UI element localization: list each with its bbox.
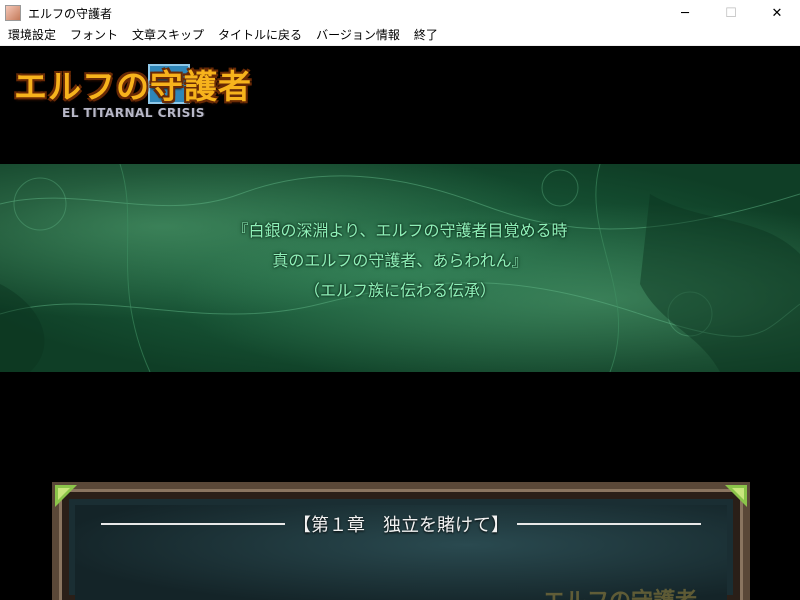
menu-exit[interactable]: 終了 [407,26,445,45]
divider-left [101,523,285,525]
corner-ornament-icon [725,485,747,507]
app-icon[interactable] [5,5,21,21]
chapter-title: 【第１章 独立を賭けて】 [293,515,509,536]
prophecy-line-2: 真のエルフの守護者、あらわれん』 [272,251,528,270]
minimize-button[interactable]: ─ [662,0,708,26]
logo-watermark: エルフの守護者 [543,583,697,600]
window-controls: ─ ☐ ✕ [662,0,800,26]
logo-subtitle: EL TITARNAL CRISIS [62,106,205,120]
game-logo: エルフの守護者 EL TITARNAL CRISIS [14,60,274,120]
corner-ornament-icon [55,485,77,507]
menu-text-skip[interactable]: 文章スキップ [125,26,211,45]
logo-title: エルフの守護者 [14,67,252,106]
game-screen[interactable]: エルフの守護者 EL TITARNAL CRISIS 『白銀の深淵より、エルフの… [0,46,800,600]
close-button[interactable]: ✕ [754,0,800,26]
menu-return-title[interactable]: タイトルに戻る [211,26,309,45]
prophecy-line-1: 『白銀の深淵より、エルフの守護者目覚める時 [232,221,568,240]
prophecy-text: 『白銀の深淵より、エルフの守護者目覚める時 真のエルフの守護者、あらわれん』 （… [0,216,800,306]
divider-right [517,523,701,525]
chapter-heading: 【第１章 独立を賭けて】 [101,511,701,537]
title-bar: エルフの守護者 ─ ☐ ✕ [0,0,800,26]
map-banner: 『白銀の深淵より、エルフの守護者目覚める時 真のエルフの守護者、あらわれん』 （… [0,164,800,372]
menu-bar: 環境設定 フォント 文章スキップ タイトルに戻る バージョン情報 終了 [0,26,800,46]
maximize-button[interactable]: ☐ [708,0,754,26]
menu-font[interactable]: フォント [63,26,125,45]
menu-settings[interactable]: 環境設定 [0,26,63,45]
chapter-frame: エルフの守護者 【第１章 独立を賭けて】 [52,482,750,600]
menu-version-info[interactable]: バージョン情報 [309,26,407,45]
prophecy-line-3: （エルフ族に伝わる伝承） [303,281,496,300]
window-title: エルフの守護者 [28,6,113,21]
